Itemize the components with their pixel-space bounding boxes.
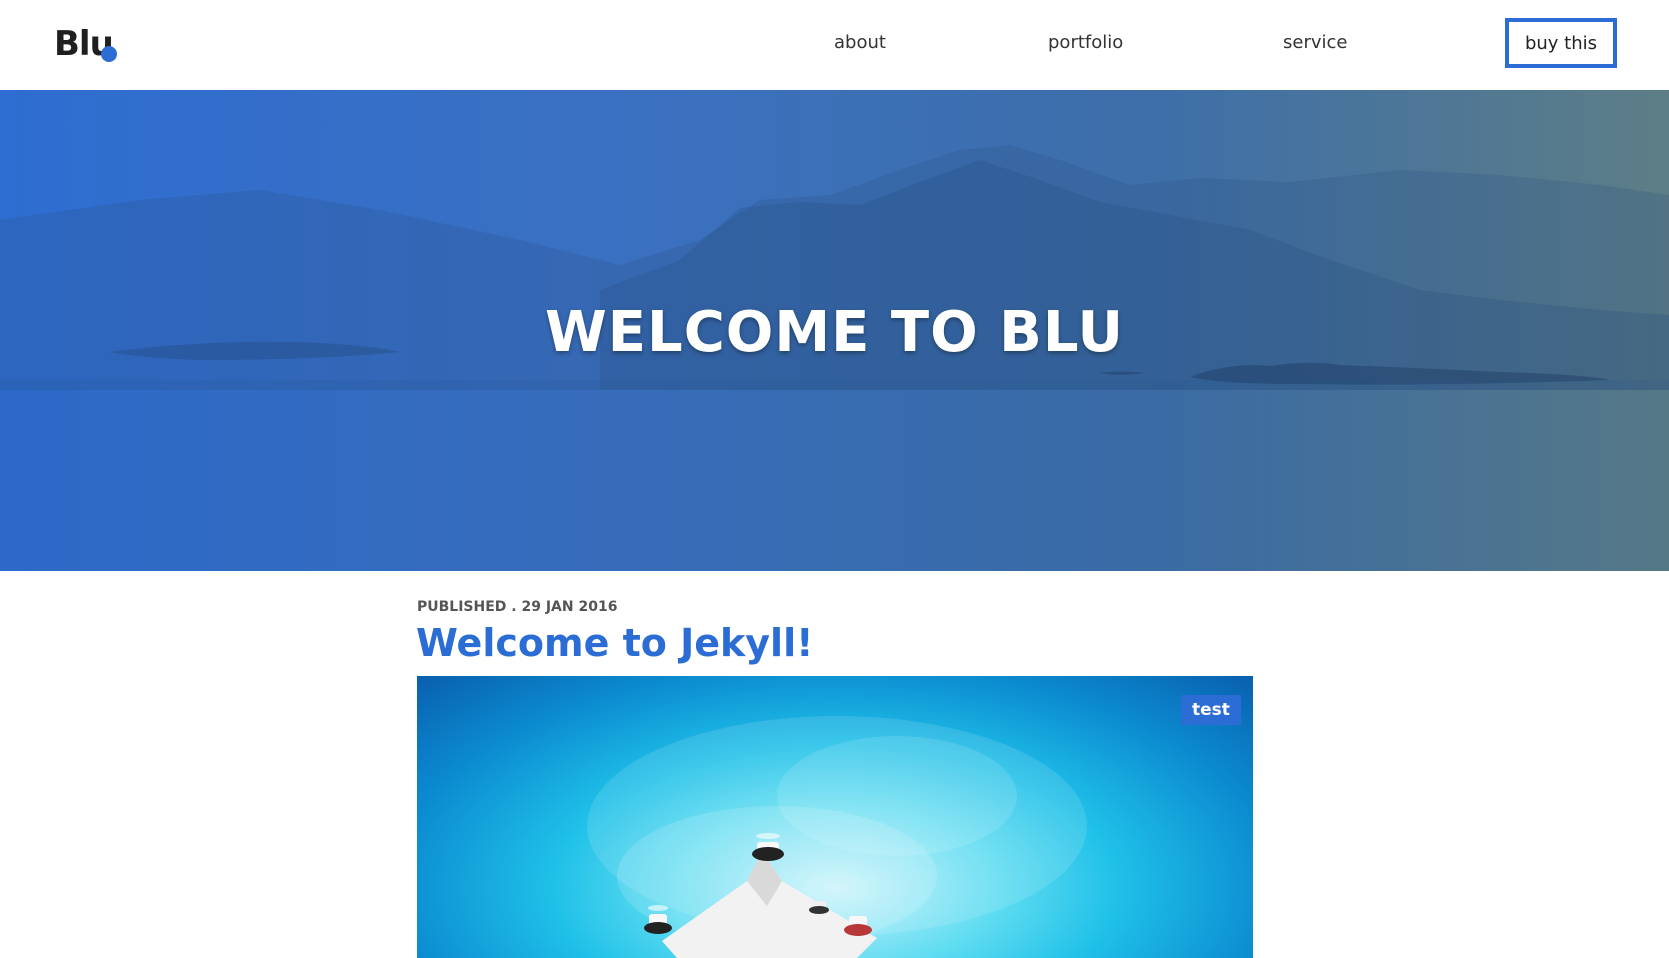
nav-portfolio-link[interactable]: portfolio bbox=[1048, 30, 1123, 56]
nav-about-link[interactable]: about bbox=[834, 30, 886, 56]
hero-title: WELCOME TO BLU bbox=[544, 300, 1125, 365]
hero-banner: WELCOME TO BLU bbox=[0, 90, 1669, 571]
post-title-link[interactable]: Welcome to Jekyll! bbox=[416, 618, 813, 668]
buy-this-button[interactable]: buy this bbox=[1505, 18, 1617, 68]
post-tag-badge[interactable]: test bbox=[1181, 695, 1241, 725]
site-header: Blu about portfolio service buy this bbox=[0, 0, 1669, 90]
nav-service-link[interactable]: service bbox=[1283, 30, 1347, 56]
logo-dot-icon bbox=[101, 46, 117, 62]
drone-photo bbox=[587, 716, 1087, 958]
post-published-date: PUBLISHED . 29 JAN 2016 bbox=[417, 599, 618, 615]
post-featured-image[interactable] bbox=[417, 676, 1253, 958]
